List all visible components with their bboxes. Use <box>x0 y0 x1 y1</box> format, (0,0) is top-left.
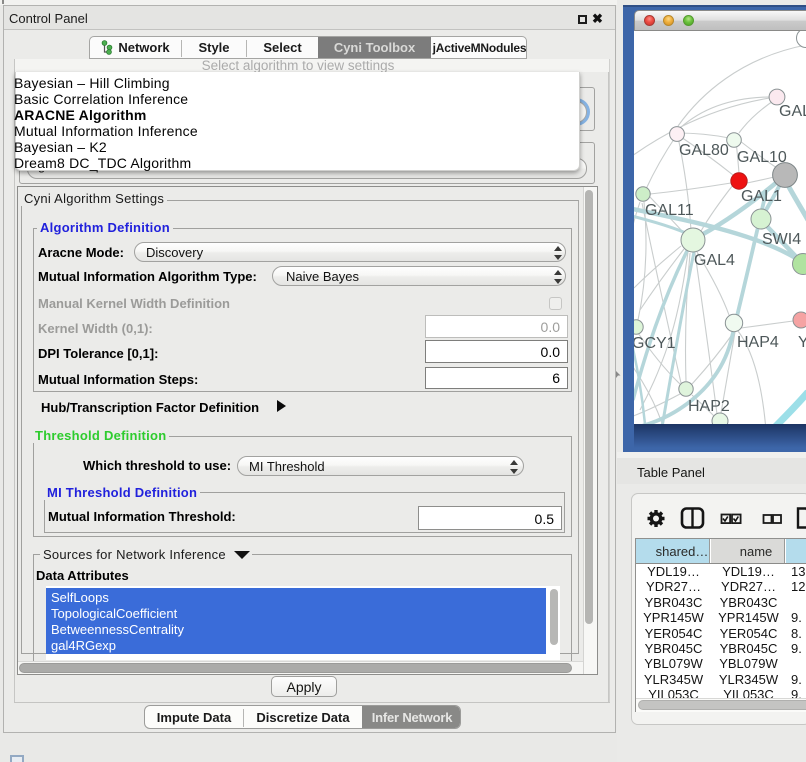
svg-text:Y: Y <box>798 334 806 351</box>
svg-text:GAL: GAL <box>779 103 806 120</box>
svg-text:SWI4: SWI4 <box>762 231 801 248</box>
svg-text:GAL10: GAL10 <box>737 149 787 166</box>
svg-text:GCY1: GCY1 <box>634 335 676 352</box>
svg-text:GAL11: GAL11 <box>645 202 694 219</box>
svg-text:GAL1: GAL1 <box>741 188 782 205</box>
svg-text:HAP2: HAP2 <box>688 398 730 415</box>
svg-text:HAP4: HAP4 <box>737 334 779 351</box>
svg-text:GAL4: GAL4 <box>694 252 735 269</box>
svg-text:GAL80: GAL80 <box>679 142 729 159</box>
